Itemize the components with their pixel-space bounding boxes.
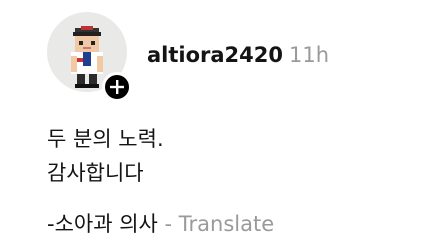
plus-icon: [110, 80, 124, 94]
post: altiora2420 11h 두 분의 노력. 감사합니다 -소아과 의사 - …: [0, 0, 427, 246]
post-header: altiora2420 11h: [147, 42, 329, 68]
post-text-line: 감사합니다: [47, 161, 144, 185]
follow-button[interactable]: [102, 72, 132, 102]
post-signature-line: -소아과 의사 - Translate: [47, 210, 274, 238]
post-timestamp[interactable]: 11h: [289, 43, 329, 67]
post-text-line: 두 분의 노력.: [47, 127, 164, 151]
post-signature: -소아과 의사: [47, 212, 158, 236]
translate-link[interactable]: Translate: [179, 212, 274, 236]
post-body: 두 분의 노력. 감사합니다: [47, 122, 164, 190]
separator: -: [157, 212, 179, 236]
username-link[interactable]: altiora2420: [147, 43, 283, 67]
avatar-container[interactable]: [47, 12, 132, 102]
